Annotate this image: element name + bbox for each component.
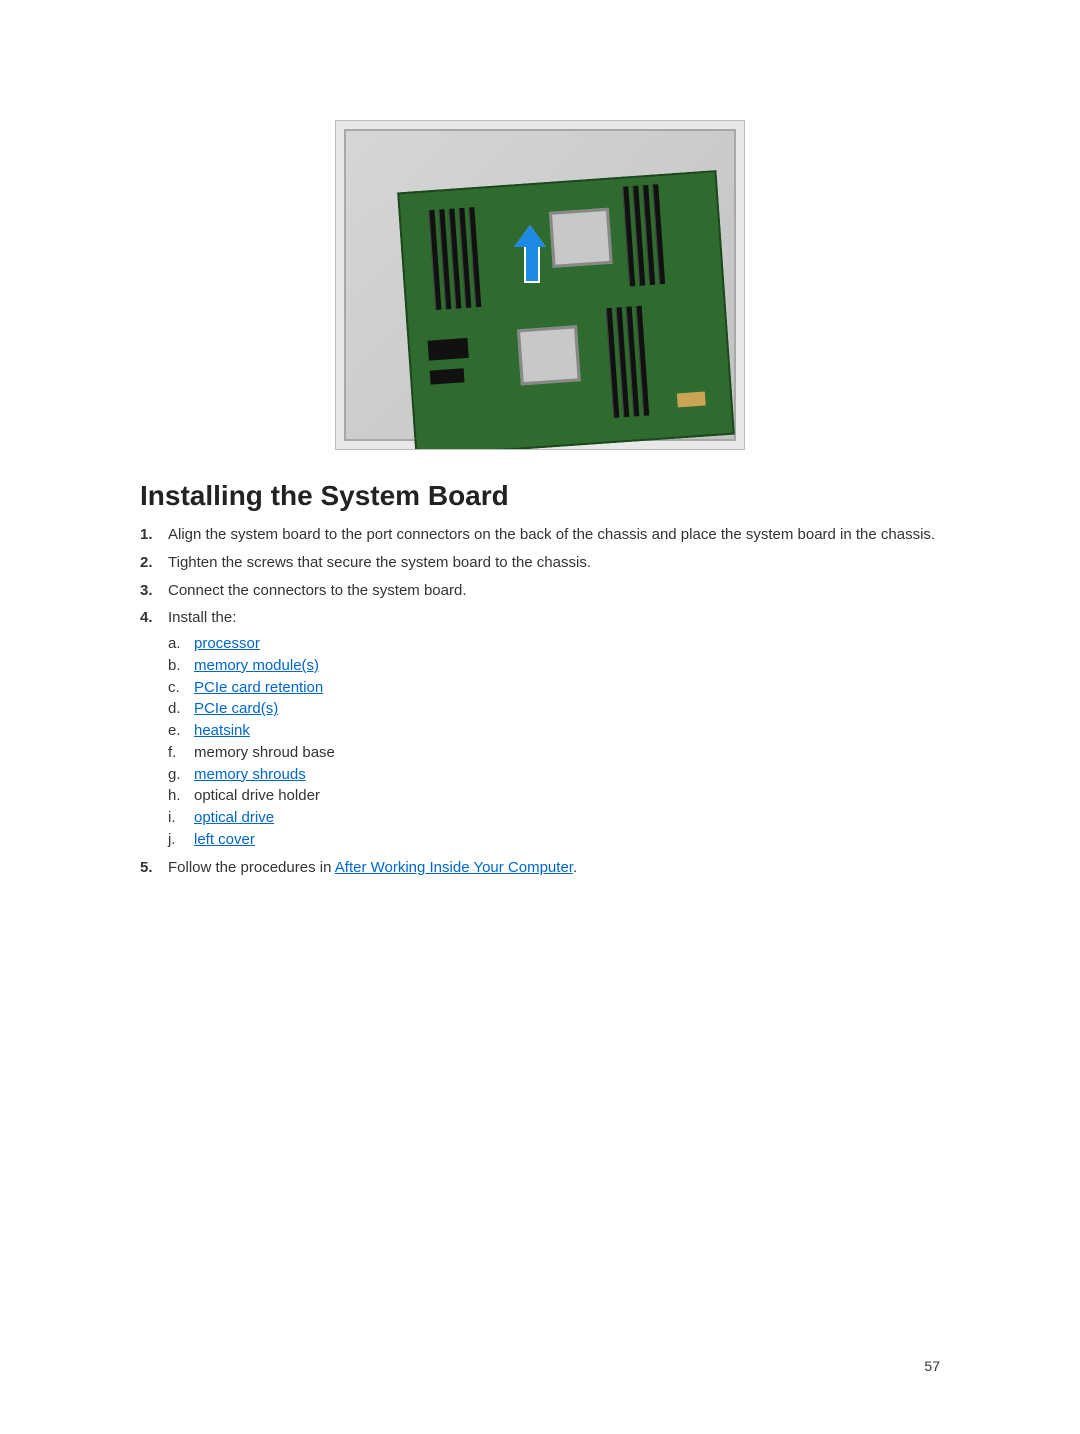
- install-direction-arrow-icon: [516, 227, 544, 281]
- substep-item: PCIe card(s): [168, 698, 940, 720]
- chip-icon: [430, 368, 465, 384]
- substep-item: memory shrouds: [168, 764, 940, 786]
- pcie-cards-link[interactable]: PCIe card(s): [194, 700, 278, 717]
- chassis-graphic: [344, 129, 736, 441]
- substep-item: memory module(s): [168, 655, 940, 677]
- step-text: Install the:: [168, 609, 236, 626]
- after-working-inside-link[interactable]: After Working Inside Your Computer: [335, 859, 573, 876]
- substep-list: processor memory module(s) PCIe card ret…: [168, 633, 940, 851]
- pcie-card-retention-link[interactable]: PCIe card retention: [194, 679, 323, 696]
- chip-icon: [677, 392, 706, 408]
- left-cover-link[interactable]: left cover: [194, 831, 255, 848]
- step-text: Align the system board to the port conne…: [168, 526, 935, 543]
- step-text-suffix: .: [573, 859, 577, 876]
- page-number: 57: [924, 1358, 940, 1374]
- step-text-prefix: Follow the procedures in: [168, 859, 335, 876]
- cpu-socket-icon: [517, 325, 581, 385]
- section-heading: Installing the System Board: [140, 480, 940, 512]
- step-item: Tighten the screws that secure the syste…: [140, 552, 940, 574]
- substep-item: PCIe card retention: [168, 677, 940, 699]
- step-text: Tighten the screws that secure the syste…: [168, 554, 591, 571]
- step-item: Follow the procedures in After Working I…: [140, 857, 940, 879]
- step-item: Install the: processor memory module(s) …: [140, 607, 940, 850]
- optical-drive-link[interactable]: optical drive: [194, 809, 274, 826]
- step-text: Connect the connectors to the system boa…: [168, 582, 467, 599]
- memory-shrouds-link[interactable]: memory shrouds: [194, 766, 306, 783]
- substep-item: heatsink: [168, 720, 940, 742]
- motherboard-graphic: [397, 170, 735, 450]
- step-item: Connect the connectors to the system boa…: [140, 580, 940, 602]
- substep-item: left cover: [168, 829, 940, 851]
- substep-text: optical drive holder: [194, 787, 320, 804]
- step-item: Align the system board to the port conne…: [140, 524, 940, 546]
- cpu-socket-icon: [549, 208, 613, 268]
- substep-text: memory shroud base: [194, 744, 335, 761]
- chip-icon: [428, 338, 469, 361]
- processor-link[interactable]: processor: [194, 635, 260, 652]
- memory-modules-link[interactable]: memory module(s): [194, 657, 319, 674]
- substep-item: optical drive holder: [168, 785, 940, 807]
- substep-item: memory shroud base: [168, 742, 940, 764]
- substep-item: processor: [168, 633, 940, 655]
- system-board-figure: [335, 120, 745, 450]
- install-steps-list: Align the system board to the port conne…: [140, 524, 940, 878]
- substep-item: optical drive: [168, 807, 940, 829]
- heatsink-link[interactable]: heatsink: [194, 722, 250, 739]
